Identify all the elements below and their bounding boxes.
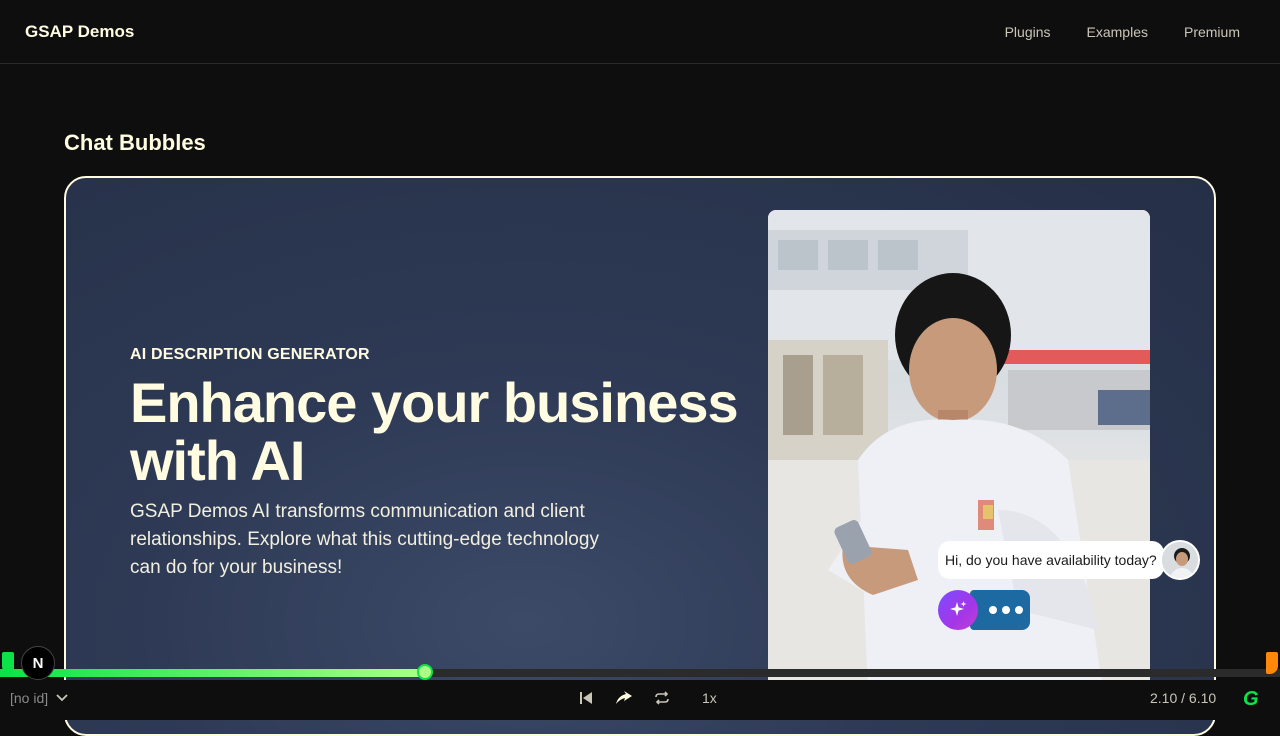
chevron-down-icon (56, 694, 68, 702)
animation-select[interactable]: [no id] (10, 690, 68, 706)
hero-headline: Enhance your business with AI (130, 374, 770, 490)
hero-description: GSAP Demos AI transforms communication a… (130, 501, 599, 578)
next-logo-button[interactable]: N (21, 646, 55, 680)
animation-player: [no id] 1x 2.10 / 6.10 G N (0, 646, 1280, 720)
loop-icon (655, 691, 669, 705)
skip-to-start-button[interactable] (576, 688, 596, 708)
chat-avatar (1160, 540, 1200, 580)
nav-link-plugins[interactable]: Plugins (1005, 24, 1051, 40)
avatar-person-icon (1162, 542, 1198, 578)
animation-id-label: [no id] (10, 690, 49, 706)
speed-button[interactable]: 1x (690, 688, 717, 708)
play-pause-button[interactable] (614, 688, 634, 708)
skip-back-icon (580, 692, 592, 704)
top-navigation-bar: GSAP Demos Plugins Examples Premium (0, 0, 1280, 64)
typing-dot (1015, 606, 1023, 614)
hero-headline-line2: with AI (130, 429, 305, 492)
sparkles-icon (938, 590, 978, 630)
loop-button[interactable] (652, 688, 672, 708)
timeline-end-marker[interactable] (1266, 652, 1278, 674)
typing-indicator (970, 590, 1030, 630)
player-controls-bar: [no id] 1x 2.10 / 6.10 G (0, 680, 1280, 720)
playback-controls: 1x (576, 688, 717, 708)
timecode-display: 2.10 / 6.10 (1150, 690, 1217, 706)
sparkles-icon-glyph (950, 601, 967, 616)
hero-headline-line1: Enhance your business (130, 371, 739, 434)
play-pause-icon (616, 691, 632, 704)
nav-link-premium[interactable]: Premium (1184, 24, 1240, 40)
gsap-logo[interactable]: G (1243, 688, 1259, 711)
timeline-scrubber-handle[interactable] (417, 664, 433, 680)
typing-dot (989, 606, 997, 614)
timeline-start-marker[interactable] (2, 652, 14, 674)
typing-dot (1002, 606, 1010, 614)
demo-card: AI DESCRIPTION GENERATOR Enhance your bu… (64, 176, 1216, 736)
main-nav: Plugins Examples Premium (1005, 24, 1240, 40)
nav-link-examples[interactable]: Examples (1087, 24, 1148, 40)
brand-logo[interactable]: GSAP Demos (25, 22, 134, 42)
section-title: Chat Bubbles (64, 130, 206, 155)
timeline-progress (0, 669, 425, 677)
chat-bubble-message: Hi, do you have availability today? (938, 541, 1164, 579)
hero-copy: AI DESCRIPTION GENERATOR Enhance your bu… (130, 346, 770, 582)
hero-eyebrow: AI DESCRIPTION GENERATOR (130, 346, 370, 363)
